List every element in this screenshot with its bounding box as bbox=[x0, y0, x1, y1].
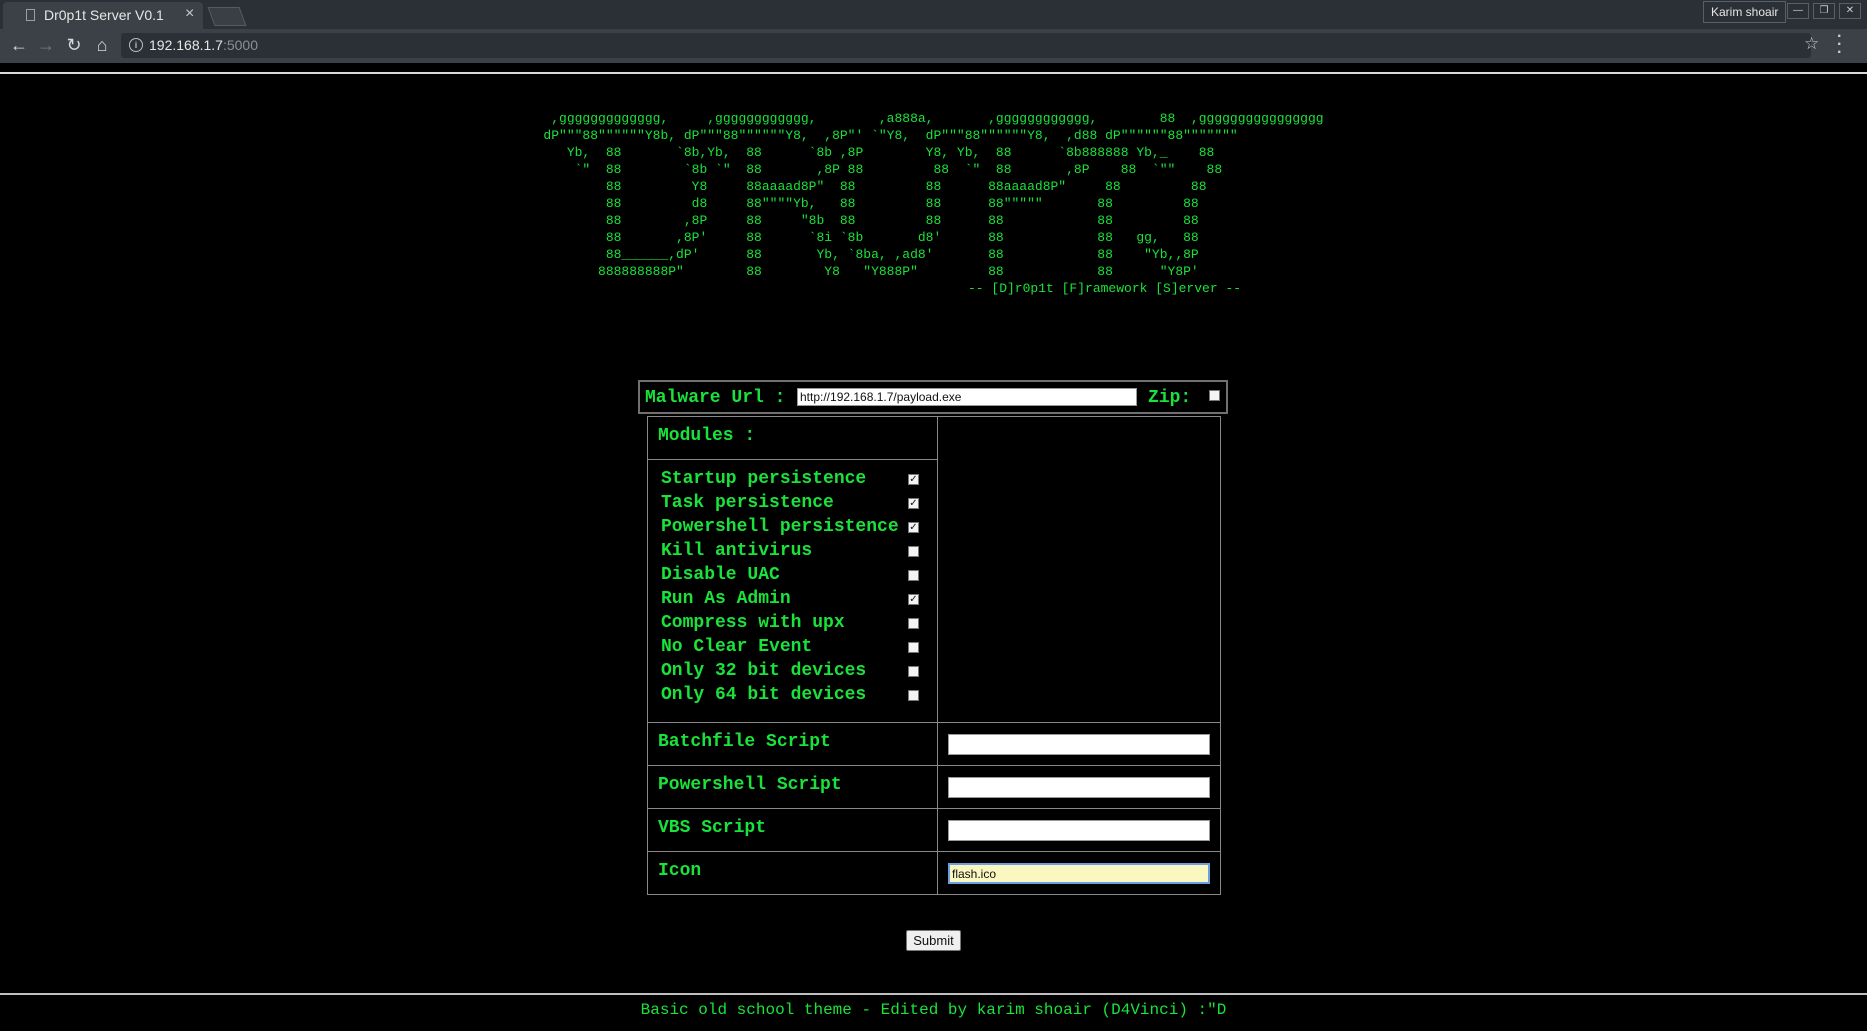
url-port: :5000 bbox=[222, 37, 259, 53]
module-disable-uac[interactable]: Disable UAC bbox=[661, 565, 931, 589]
module-label: Task persistence bbox=[661, 493, 834, 513]
module-label: Run As Admin bbox=[661, 589, 791, 609]
batch-label: Batchfile Script bbox=[658, 732, 831, 752]
vbs-label-cell: VBS Script bbox=[647, 808, 938, 852]
window-close-icon[interactable]: ✕ bbox=[1839, 3, 1861, 19]
vbs-label: VBS Script bbox=[658, 818, 767, 838]
icon-input[interactable]: flash.ico bbox=[948, 863, 1210, 884]
module-label: Compress with upx bbox=[661, 613, 845, 633]
vbs-script-input[interactable] bbox=[948, 820, 1210, 841]
powershell-script-input[interactable] bbox=[948, 777, 1210, 798]
module-checkbox[interactable] bbox=[908, 546, 919, 557]
modules-label: Modules : bbox=[658, 426, 756, 446]
modules-empty-cell bbox=[937, 416, 1221, 723]
forward-icon[interactable]: → bbox=[34, 33, 58, 57]
url-text[interactable]: 192.168.1.7:5000 bbox=[149, 37, 258, 53]
reload-icon[interactable]: ↻ bbox=[62, 33, 86, 57]
profile-button[interactable]: Karim shoair bbox=[1703, 1, 1787, 23]
module-powershell-persistence[interactable]: Powershell persistence ✓ bbox=[661, 517, 931, 541]
module-label: No Clear Event bbox=[661, 637, 813, 657]
module-label: Kill antivirus bbox=[661, 541, 813, 561]
module-label: Only 32 bit devices bbox=[661, 661, 867, 681]
ascii-banner: ,ggggggggggggg, ,gggggggggggg, ,a888a, ,… bbox=[0, 110, 1867, 280]
batch-script-input[interactable] bbox=[948, 734, 1210, 755]
batch-label-cell: Batchfile Script bbox=[647, 722, 938, 766]
powershell-label-cell: Powershell Script bbox=[647, 765, 938, 809]
module-label: Disable UAC bbox=[661, 565, 780, 585]
submit-button[interactable]: Submit bbox=[906, 930, 961, 951]
modules-header-cell: Modules : bbox=[647, 416, 938, 460]
restore-icon[interactable]: ❐ bbox=[1813, 3, 1835, 19]
powershell-label: Powershell Script bbox=[658, 775, 842, 795]
malware-url-input[interactable]: http://192.168.1.7/payload.exe bbox=[797, 388, 1137, 406]
url-host: 192.168.1.7 bbox=[149, 37, 223, 53]
module-compress-with-upx[interactable]: Compress with upx bbox=[661, 613, 931, 637]
icon-label: Icon bbox=[658, 861, 702, 881]
new-tab-button[interactable] bbox=[207, 7, 247, 26]
document-icon bbox=[26, 9, 35, 21]
module-checkbox[interactable] bbox=[908, 642, 919, 653]
module-checkbox[interactable]: ✓ bbox=[908, 498, 919, 509]
icon-input-cell: flash.ico bbox=[937, 851, 1221, 895]
icon-label-cell: Icon bbox=[647, 851, 938, 895]
module-startup-persistence[interactable]: Startup persistence ✓ bbox=[661, 469, 931, 493]
batch-input-cell bbox=[937, 722, 1221, 766]
browser-tab[interactable]: Dr0p1t Server V0.1 × bbox=[3, 2, 203, 29]
home-icon[interactable]: ⌂ bbox=[90, 33, 114, 57]
module-run-as-admin[interactable]: Run As Admin ✓ bbox=[661, 589, 931, 613]
module-task-persistence[interactable]: Task persistence ✓ bbox=[661, 493, 931, 517]
banner-subtitle: -- [D]r0p1t [F]ramework [S]erver -- bbox=[968, 281, 1242, 296]
top-divider bbox=[0, 72, 1867, 74]
address-bar[interactable]: i 192.168.1.7:5000 ☆ bbox=[121, 33, 1819, 58]
bookmark-star-icon[interactable]: ☆ bbox=[1804, 34, 1819, 54]
module-only-64-bit[interactable]: Only 64 bit devices bbox=[661, 685, 931, 709]
vbs-input-cell bbox=[937, 808, 1221, 852]
module-checkbox[interactable]: ✓ bbox=[908, 474, 919, 485]
ascii-art: ,ggggggggggggg, ,gggggggggggg, ,a888a, ,… bbox=[543, 111, 1324, 279]
tab-close-icon[interactable]: × bbox=[185, 5, 194, 23]
module-checkbox[interactable] bbox=[908, 690, 919, 701]
module-checkbox[interactable] bbox=[908, 666, 919, 677]
browser-toolbar: ← → ↻ ⌂ i 192.168.1.7:5000 ☆ · · · bbox=[0, 29, 1867, 63]
module-label: Only 64 bit devices bbox=[661, 685, 867, 705]
back-icon[interactable]: ← bbox=[7, 33, 31, 57]
malware-url-box: Malware Url : http://192.168.1.7/payload… bbox=[638, 380, 1228, 414]
module-kill-antivirus[interactable]: Kill antivirus bbox=[661, 541, 931, 565]
zip-checkbox[interactable] bbox=[1209, 390, 1220, 401]
module-checkbox[interactable]: ✓ bbox=[908, 522, 919, 533]
module-label: Powershell persistence bbox=[661, 517, 899, 537]
malware-url-label: Malware Url : bbox=[645, 388, 786, 408]
powershell-input-cell bbox=[937, 765, 1221, 809]
module-no-clear-event[interactable]: No Clear Event bbox=[661, 637, 931, 661]
module-checkbox[interactable] bbox=[908, 570, 919, 581]
browser-titlebar: Dr0p1t Server V0.1 × Karim shoair — ❐ ✕ bbox=[0, 0, 1867, 29]
module-checkbox[interactable]: ✓ bbox=[908, 594, 919, 605]
module-checkbox[interactable] bbox=[908, 618, 919, 629]
tab-title: Dr0p1t Server V0.1 bbox=[44, 7, 164, 23]
info-icon[interactable]: i bbox=[129, 38, 143, 52]
footer-text: Basic old school theme - Edited by karim… bbox=[640, 1001, 1227, 1019]
minimize-icon[interactable]: — bbox=[1787, 3, 1809, 19]
zip-label: Zip: bbox=[1148, 388, 1192, 408]
module-label: Startup persistence bbox=[661, 469, 867, 489]
footer-divider bbox=[0, 993, 1867, 995]
module-only-32-bit[interactable]: Only 32 bit devices bbox=[661, 661, 931, 685]
browser-menu-icon[interactable]: · · · bbox=[1837, 29, 1842, 61]
